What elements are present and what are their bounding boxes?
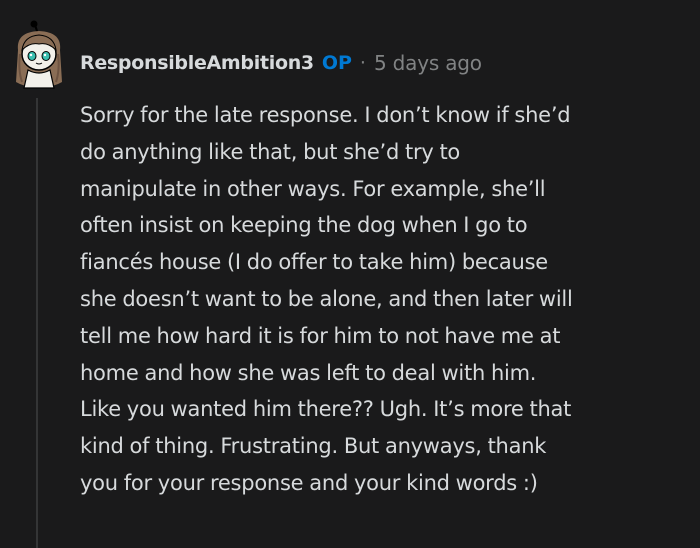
thread-line[interactable] bbox=[36, 98, 38, 548]
author-username[interactable]: ResponsibleAmbition3 bbox=[80, 52, 314, 74]
comment-header: ResponsibleAmbition3 OP · 5 days ago bbox=[80, 46, 482, 80]
comment-timestamp[interactable]: 5 days ago bbox=[374, 51, 482, 75]
meta-separator: · bbox=[359, 52, 366, 74]
op-badge: OP bbox=[321, 52, 352, 74]
comment-body: Sorry for the late response. I don’t kno… bbox=[80, 97, 695, 502]
avatar[interactable] bbox=[8, 20, 70, 90]
user-avatar-icon bbox=[16, 20, 62, 89]
comment-text: Sorry for the late response. I don’t kno… bbox=[80, 103, 573, 495]
